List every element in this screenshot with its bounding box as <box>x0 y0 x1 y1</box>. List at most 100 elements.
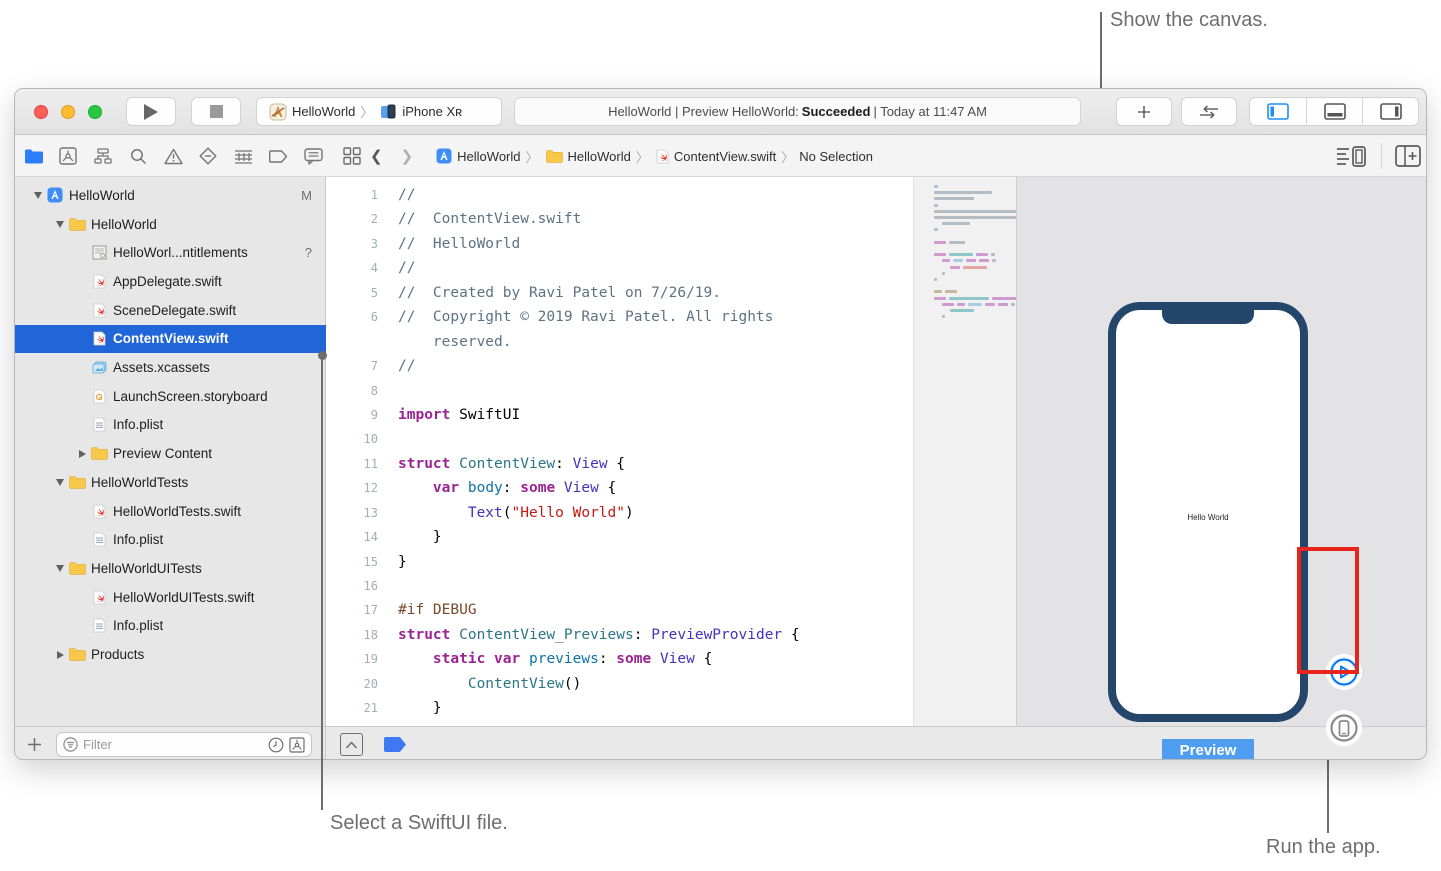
project-navigator-tab[interactable] <box>21 144 45 168</box>
report-navigator-tab[interactable] <box>301 144 325 168</box>
file-label: HelloWorldTests <box>91 475 188 490</box>
source-editor[interactable]: 1//2// ContentView.swift3// HelloWorld4/… <box>326 177 913 726</box>
code-text: // Copyright © 2019 Ravi Patel. All righ… <box>398 305 773 329</box>
test-navigator-tab[interactable] <box>196 144 220 168</box>
file-tree-row-scenedelegate-swift[interactable]: SceneDelegate.swift <box>15 296 326 325</box>
preview-label[interactable]: Preview <box>1162 739 1254 760</box>
file-tree-row-preview-content[interactable]: Preview Content <box>15 439 326 468</box>
file-tree-row-appdelegate-swift[interactable]: AppDelegate.swift <box>15 267 326 296</box>
file-tree-row-helloworld[interactable]: HelloWorldM <box>15 181 326 210</box>
code-line[interactable]: 17#if DEBUG <box>326 598 913 622</box>
breakpoints-toggle-button[interactable] <box>384 737 406 752</box>
code-line[interactable]: 12 var body: some View { <box>326 476 913 500</box>
code-line[interactable]: 4// <box>326 256 913 280</box>
file-tree-row-info-plist[interactable]: Info.plist <box>15 612 326 641</box>
swap-editors-button[interactable] <box>1181 97 1237 126</box>
scheme-name: HelloWorld <box>292 104 355 119</box>
crumb-selection[interactable]: No Selection <box>799 149 873 164</box>
annotation-select-file: Select a SwiftUI file. <box>330 812 508 835</box>
related-items-button[interactable] <box>343 147 361 165</box>
close-window-button[interactable] <box>34 105 48 119</box>
toggle-debug-area-button[interactable] <box>1306 98 1362 125</box>
code-line[interactable]: 14 } <box>326 525 913 549</box>
editor-options-button[interactable] <box>1336 145 1368 172</box>
disclosure-triangle[interactable] <box>31 192 45 199</box>
file-tree-row-helloworld[interactable]: HelloWorld <box>15 210 326 239</box>
disclosure-triangle[interactable] <box>53 221 67 228</box>
zoom-window-button[interactable] <box>88 105 102 119</box>
add-editor-button[interactable] <box>1395 145 1421 172</box>
code-line[interactable]: 11struct ContentView: View { <box>326 452 913 476</box>
crumb-file[interactable]: ContentView.swift <box>674 149 776 164</box>
stop-button[interactable] <box>191 97 241 126</box>
source-control-icon <box>59 147 77 165</box>
recents-clock-icon[interactable] <box>268 737 284 753</box>
code-line[interactable]: 21 } <box>326 696 913 720</box>
code-line[interactable]: 9import SwiftUI <box>326 403 913 427</box>
disclosure-triangle[interactable] <box>53 651 67 659</box>
crumb-group[interactable]: HelloWorld <box>568 149 631 164</box>
find-navigator-tab[interactable] <box>126 144 150 168</box>
file-tree-row-helloworldtests[interactable]: HelloWorldTests <box>15 468 326 497</box>
file-tree-row-helloworlduitests-swift[interactable]: HelloWorldUITests.swift <box>15 583 326 612</box>
hide-debug-area-button[interactable] <box>340 733 363 756</box>
debug-navigator-tab[interactable] <box>231 144 255 168</box>
code-line[interactable]: 5// Created by Ravi Patel on 7/26/19. <box>326 281 913 305</box>
file-tree-row-helloworl-ntitlements[interactable]: HelloWorl...ntitlements? <box>15 238 326 267</box>
code-line[interactable]: 18struct ContentView_Previews: PreviewPr… <box>326 623 913 647</box>
minimize-window-button[interactable] <box>61 105 75 119</box>
file-tree-row-contentview-swift[interactable]: ContentView.swift <box>15 325 326 354</box>
diamond-icon <box>199 147 217 165</box>
crumb-project[interactable]: HelloWorld <box>457 149 520 164</box>
code-line[interactable]: reserved. <box>326 330 913 354</box>
breakpoint-navigator-tab[interactable] <box>266 144 290 168</box>
code-line[interactable]: 2// ContentView.swift <box>326 207 913 231</box>
source-control-filter-icon[interactable] <box>289 737 305 753</box>
project-navigator: HelloWorldMHelloWorldHelloWorl...ntitlem… <box>15 177 326 726</box>
navigator-and-jump-bar: ❮ ❯ HelloWorld 〉 HelloWorld 〉 ContentVie… <box>15 135 1427 177</box>
file-tree-row-info-plist[interactable]: Info.plist <box>15 525 326 554</box>
code-line[interactable]: 13 Text("Hello World") <box>326 501 913 525</box>
toggle-inspector-button[interactable] <box>1362 98 1418 125</box>
file-tree-row-assets-xcassets[interactable]: Assets.xcassets <box>15 353 326 382</box>
code-line[interactable]: 1// <box>326 183 913 207</box>
code-line[interactable]: 15} <box>326 550 913 574</box>
line-number: 13 <box>326 501 378 525</box>
swap-arrows-icon <box>1198 105 1220 119</box>
code-line[interactable]: 6// Copyright © 2019 Ravi Patel. All rig… <box>326 305 913 329</box>
device-icon <box>380 104 397 120</box>
code-line[interactable]: 10 <box>326 427 913 451</box>
file-tree-row-info-plist[interactable]: Info.plist <box>15 411 326 440</box>
code-line[interactable]: 19 static var previews: some View { <box>326 647 913 671</box>
forward-button[interactable]: ❯ <box>392 147 423 165</box>
code-line[interactable]: 3// HelloWorld <box>326 232 913 256</box>
code-line[interactable]: 16 <box>326 574 913 598</box>
source-control-navigator-tab[interactable] <box>56 144 80 168</box>
scheme-selector[interactable]: HelloWorld 〉 iPhone Xʀ <box>256 97 502 126</box>
navigator-filter-bar: Filter <box>15 726 326 760</box>
file-tree-row-helloworldtests-swift[interactable]: HelloWorldTests.swift <box>15 497 326 526</box>
filter-input[interactable]: Filter <box>56 732 312 757</box>
file-tree-row-launchscreen-storyboard[interactable]: LaunchScreen.storyboard <box>15 382 326 411</box>
code-line[interactable]: 7// <box>326 354 913 378</box>
add-button[interactable] <box>1116 97 1172 126</box>
back-button[interactable]: ❮ <box>361 147 392 165</box>
issue-navigator-tab[interactable] <box>161 144 185 168</box>
file-tree-row-helloworlduitests[interactable]: HelloWorldUITests <box>15 554 326 583</box>
file-label: Products <box>91 647 144 662</box>
minimap[interactable] <box>913 177 1016 726</box>
code-line[interactable]: 8 <box>326 379 913 403</box>
disclosure-triangle[interactable] <box>75 450 89 458</box>
code-line[interactable]: 20 ContentView() <box>326 672 913 696</box>
run-button[interactable] <box>126 97 176 126</box>
add-file-icon[interactable] <box>27 737 42 752</box>
disclosure-triangle[interactable] <box>53 565 67 572</box>
swift-icon <box>89 504 109 519</box>
symbol-navigator-tab[interactable] <box>91 144 115 168</box>
toggle-navigator-button[interactable] <box>1250 98 1306 125</box>
preview-on-device-button[interactable] <box>1326 710 1362 746</box>
file-tree-row-products[interactable]: Products <box>15 640 326 669</box>
folder-icon <box>67 476 87 489</box>
line-number: 4 <box>326 256 378 280</box>
disclosure-triangle[interactable] <box>53 479 67 486</box>
